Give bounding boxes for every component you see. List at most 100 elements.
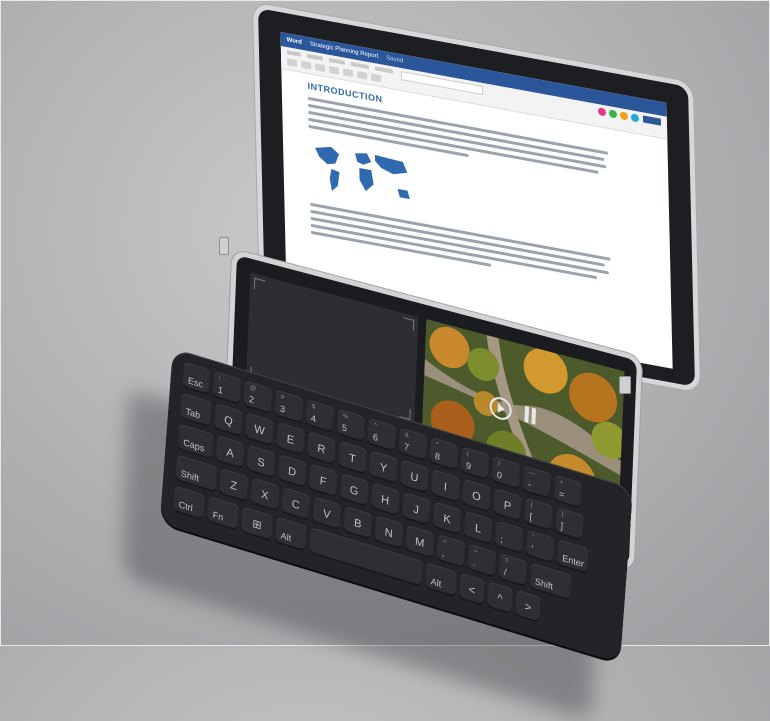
italic-icon[interactable]: [329, 65, 340, 75]
styles-icon[interactable]: [371, 73, 382, 83]
keyboard-key[interactable]: M: [405, 524, 435, 560]
key-label: M: [414, 535, 425, 551]
keyboard-key[interactable]: C: [281, 486, 311, 522]
key-label: I: [443, 480, 448, 494]
ribbon-tab-home[interactable]: [306, 53, 323, 61]
keyboard-key[interactable]: & 7: [398, 427, 428, 462]
key-label: 8: [434, 450, 441, 463]
keyboard-key[interactable]: T: [337, 440, 367, 476]
keyboard-key[interactable]: <,: [436, 534, 466, 569]
keyboard-key[interactable]: <: [459, 572, 485, 607]
keyboard-key[interactable]: $4: [305, 399, 335, 434]
font-color-icon[interactable]: [343, 68, 354, 78]
keyboard-key[interactable]: {[: [523, 497, 553, 532]
hinge: [619, 376, 631, 394]
keyboard-key[interactable]: @2: [243, 380, 273, 415]
keyboard-key[interactable]: S: [246, 444, 276, 479]
keyboard-key[interactable]: }]: [554, 507, 584, 542]
ribbon-tab-insert[interactable]: [328, 57, 345, 65]
keyboard-key[interactable]: ⊞: [241, 506, 273, 542]
keyboard-key[interactable]: Y: [368, 450, 398, 485]
ribbon-tab-layout[interactable]: [350, 61, 369, 70]
keyboard-key[interactable]: >: [515, 589, 541, 624]
ribbon-tab-references[interactable]: [374, 66, 393, 74]
keyboard-key[interactable]: J: [401, 491, 431, 527]
keyboard-key[interactable]: R: [306, 431, 336, 466]
keyboard-key[interactable]: W: [244, 412, 274, 447]
keyboard-key[interactable]: + =: [553, 474, 583, 510]
keyboard-key[interactable]: F: [308, 463, 338, 498]
undo-icon[interactable]: [301, 60, 312, 70]
avatar[interactable]: [630, 113, 640, 123]
keyboard-key[interactable]: E: [275, 421, 305, 457]
keyboard-key[interactable]: Tab: [179, 392, 212, 428]
key-label: ]: [560, 520, 564, 532]
keyboard-key[interactable]: #3: [274, 389, 304, 424]
keyboard-key[interactable]: * 8: [429, 436, 459, 472]
keyboard-key[interactable]: I: [430, 469, 460, 504]
keyboard-key[interactable]: P: [492, 488, 522, 523]
avatar[interactable]: [608, 109, 618, 119]
keyboard-key[interactable]: :;: [494, 520, 524, 555]
key-label: >: [524, 600, 532, 615]
play-icon: [497, 402, 505, 415]
keyboard-key[interactable]: " ': [525, 529, 555, 565]
key-label: <: [468, 583, 476, 598]
avatar[interactable]: [619, 111, 629, 121]
keyboard-key[interactable]: Fn: [207, 496, 239, 532]
keyboard-key[interactable]: ^: [487, 581, 513, 615]
keyboard-key[interactable]: Alt: [425, 562, 457, 598]
keyboard-key[interactable]: H: [370, 482, 400, 517]
avatar[interactable]: [597, 107, 607, 117]
keyboard-key[interactable]: ! 1: [212, 370, 242, 406]
keyboard-key[interactable]: V: [312, 496, 342, 531]
key-label: Ctrl: [178, 499, 194, 514]
key-label: T: [348, 451, 357, 466]
app-name: Word: [286, 37, 302, 46]
ribbon-tab-file[interactable]: [286, 50, 301, 57]
key-label: G: [349, 483, 359, 499]
bold-icon[interactable]: [315, 63, 326, 73]
keyboard-key[interactable]: ^ 6: [367, 418, 397, 453]
key-label: ,: [441, 547, 445, 559]
keyboard-key[interactable]: D: [277, 454, 307, 489]
share-button[interactable]: [642, 115, 662, 126]
key-label: ^: [496, 592, 503, 606]
keyboard-key[interactable]: Q: [213, 403, 243, 438]
keyboard-key[interactable]: >.: [467, 543, 497, 578]
keyboard-key[interactable]: Caps: [177, 423, 214, 461]
key-shift-label: +: [559, 479, 564, 487]
keyboard-key[interactable]: N: [374, 515, 404, 550]
key-label: N: [384, 526, 394, 541]
key-label: L: [474, 522, 482, 536]
pause-button[interactable]: [523, 405, 538, 426]
keyboard-key[interactable]: Ctrl: [173, 485, 205, 521]
key-label: S: [256, 455, 266, 470]
keyboard-key[interactable]: K: [432, 501, 462, 536]
keyboard-key[interactable]: B: [343, 505, 373, 541]
keyboard-key[interactable]: A: [215, 435, 245, 470]
key-shift-label: ): [497, 460, 501, 468]
bullets-icon[interactable]: [357, 70, 368, 80]
keyboard-key[interactable]: — -: [522, 465, 552, 500]
keyboard-key[interactable]: O: [461, 478, 491, 513]
key-shift-label: @: [249, 384, 257, 393]
keyboard-key[interactable]: (9: [460, 446, 490, 481]
key-label: Shift: [534, 576, 554, 592]
keyboard-key[interactable]: X: [250, 477, 280, 512]
keyboard-key[interactable]: ? /: [498, 553, 528, 588]
key-shift-label: —: [528, 469, 536, 478]
keyboard-key[interactable]: ) 0: [491, 455, 521, 491]
keyboard-key[interactable]: Enter: [556, 539, 589, 575]
key-label: 2: [248, 393, 255, 406]
keyboard-key[interactable]: L: [463, 510, 493, 546]
keyboard-key[interactable]: G: [339, 473, 369, 508]
key-label: 1: [217, 384, 224, 396]
keyboard-key[interactable]: Alt: [275, 516, 307, 552]
keyboard-key[interactable]: Z: [219, 468, 249, 503]
paste-icon[interactable]: [287, 58, 298, 67]
keyboard-key[interactable]: U: [399, 459, 429, 494]
key-label: F: [319, 474, 327, 489]
keyboard-key[interactable]: % 5: [336, 408, 366, 443]
keyboard-key[interactable]: Esc: [182, 361, 211, 396]
